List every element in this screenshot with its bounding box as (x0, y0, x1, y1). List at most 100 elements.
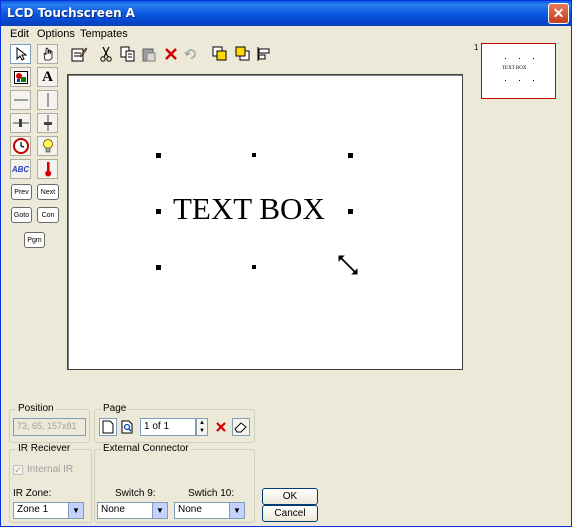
switch10-select[interactable]: None ▼ (174, 502, 245, 519)
new-page-icon (102, 420, 114, 434)
send-back-button[interactable] (233, 44, 253, 64)
bulb-icon (42, 139, 53, 153)
vline-icon (46, 93, 49, 107)
switch9-label: Switch 9: (115, 488, 156, 499)
internal-ir-label: Internal IR (27, 464, 74, 475)
vline-tool-button[interactable] (37, 90, 58, 110)
position-group: Position 73, 65, 157x81 (9, 403, 90, 443)
title-bar: LCD Touchscreen A ✕ (1, 1, 571, 26)
image-tool-button[interactable] (10, 67, 31, 87)
align-icon (257, 47, 270, 61)
cut-icon (100, 46, 112, 62)
copy-button[interactable] (118, 44, 138, 64)
thumbnail-text: TEXT BOX (502, 66, 527, 71)
tool-palette: A ABC Prev Next Goto Con Pgm (10, 44, 63, 248)
page-group: Page 1 of 1 ▲ ▼ (94, 403, 255, 443)
goto-button[interactable]: Goto (11, 207, 32, 223)
image-icon (13, 70, 28, 84)
ir-zone-label: IR Zone: (13, 488, 52, 499)
external-connector-label: External Connector (101, 443, 191, 454)
ir-zone-value: Zone 1 (17, 504, 49, 515)
position-field: 73, 65, 157x81 (13, 418, 86, 436)
resize-handle-w[interactable] (156, 209, 161, 214)
resize-handle-e[interactable] (348, 209, 353, 214)
delete-page-button[interactable] (212, 418, 230, 436)
page-thumbnail[interactable]: TEXT BOX (481, 43, 556, 99)
page-spinner[interactable]: ▲ ▼ (196, 418, 208, 436)
next-button[interactable]: Next (37, 184, 59, 200)
ir-zone-select[interactable]: Zone 1 ▼ (13, 502, 84, 519)
cut-button[interactable] (96, 44, 116, 64)
undo-button[interactable] (181, 44, 201, 64)
pgm-button[interactable]: Pgm (24, 232, 45, 248)
prev-button[interactable]: Prev (11, 184, 32, 200)
delete-icon (216, 422, 226, 432)
hline-tool-button[interactable] (10, 90, 31, 110)
erase-page-button[interactable] (232, 418, 250, 436)
paste-icon (142, 48, 156, 62)
find-page-icon (121, 420, 133, 434)
close-button[interactable]: ✕ (548, 3, 569, 24)
pointer-tool-button[interactable] (10, 44, 31, 64)
resize-handle-n[interactable] (252, 153, 256, 157)
menu-bar: Edit Options Tempates (1, 26, 571, 42)
design-canvas[interactable]: TEXT BOX (67, 74, 463, 370)
con-button[interactable]: Con (37, 207, 59, 223)
page-number-field[interactable]: 1 of 1 (140, 418, 196, 436)
menu-options[interactable]: Options (37, 28, 75, 40)
resize-handle-nw[interactable] (156, 153, 161, 158)
paste-button[interactable] (139, 44, 159, 64)
text-icon: A (42, 68, 53, 85)
properties-icon (71, 47, 87, 62)
hand-tool-button[interactable] (37, 44, 58, 64)
thumbnail-page-number: 1 (474, 43, 479, 52)
copy-icon (120, 46, 135, 62)
eraser-icon (234, 422, 247, 433)
switch10-value: None (178, 504, 202, 515)
ir-receiver-label: IR Reciever (16, 443, 73, 454)
menu-templates[interactable]: Tempates (80, 28, 128, 40)
clock-tool-button[interactable] (10, 136, 31, 156)
new-page-button[interactable] (99, 418, 117, 436)
resize-cursor-icon (337, 254, 359, 276)
text-tool-button[interactable]: A (37, 67, 58, 87)
text-box-element[interactable]: TEXT BOX (173, 191, 325, 227)
menu-edit[interactable]: Edit (10, 28, 29, 40)
page-label: Page (101, 403, 129, 414)
chevron-down-icon: ▼ (68, 503, 83, 518)
properties-button[interactable] (69, 44, 89, 64)
bring-front-button[interactable] (210, 44, 230, 64)
switch9-value: None (101, 504, 125, 515)
chevron-down-icon: ▼ (229, 503, 244, 518)
switch9-select[interactable]: None ▼ (97, 502, 168, 519)
clock-icon (12, 138, 29, 154)
delete-icon (165, 48, 177, 60)
abc-tool-button[interactable]: ABC (10, 159, 31, 179)
position-label: Position (16, 403, 56, 414)
thermometer-tool-button[interactable] (37, 159, 58, 179)
hand-icon (43, 47, 52, 61)
vslider-icon (43, 115, 52, 131)
resize-handle-ne[interactable] (348, 153, 353, 158)
vslider-tool-button[interactable] (37, 113, 58, 133)
hslider-tool-button[interactable] (10, 113, 31, 133)
delete-button[interactable] (161, 44, 181, 64)
ir-receiver-group: IR Reciever ✓ Internal IR IR Zone: Zone … (9, 443, 92, 523)
align-button[interactable] (254, 44, 274, 64)
bring-front-icon (212, 46, 227, 61)
ok-button[interactable]: OK (262, 488, 318, 505)
undo-icon (184, 49, 196, 59)
switch10-label: Swtich 10: (188, 488, 235, 499)
window-title: LCD Touchscreen A (7, 6, 136, 20)
chevron-down-icon: ▼ (152, 503, 167, 518)
thermometer-icon (44, 162, 51, 177)
resize-handle-s[interactable] (252, 265, 256, 269)
bulb-tool-button[interactable] (37, 136, 58, 156)
pointer-icon (16, 47, 27, 61)
cancel-button[interactable]: Cancel (262, 505, 318, 522)
hline-icon (13, 99, 28, 101)
find-page-button[interactable] (119, 418, 137, 436)
resize-handle-sw[interactable] (156, 265, 161, 270)
internal-ir-checkbox[interactable]: ✓ (13, 465, 23, 475)
abc-text-icon: ABC (11, 164, 30, 174)
